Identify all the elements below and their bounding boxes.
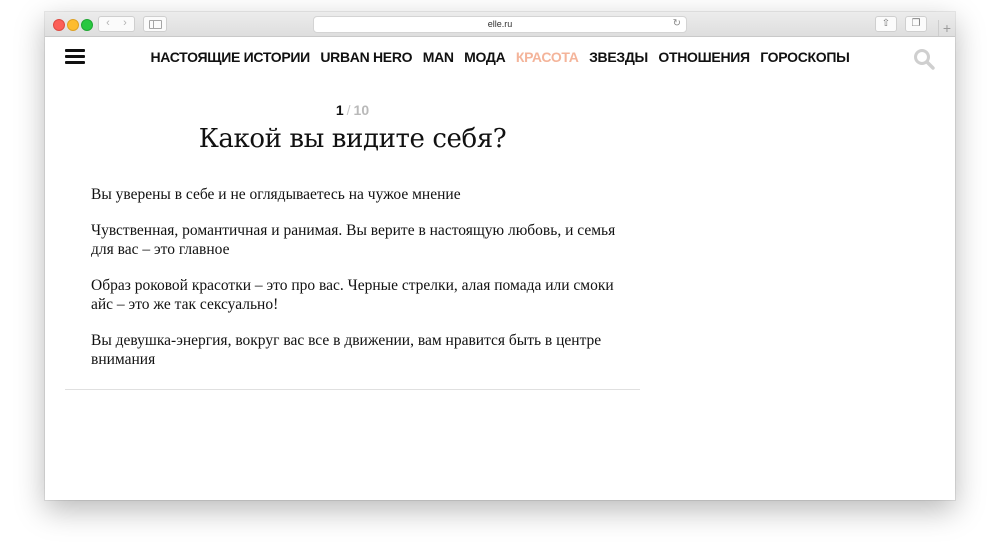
zoom-window-button[interactable] (81, 19, 93, 31)
browser-window: ‹ › elle.ru ↻ ⇧ ❐ + НАСТОЯЩИЕ ИСТОРИИ UR… (45, 12, 955, 500)
sidebar-icon (149, 20, 162, 29)
tabs-icon: ❐ (911, 18, 921, 29)
share-icon: ⇧ (881, 18, 891, 29)
total-questions: 10 (353, 102, 370, 118)
nav-item-fashion[interactable]: МОДА (464, 48, 506, 66)
current-question-number: 1 (335, 102, 344, 118)
nav-item-stars[interactable]: ЗВЕЗДЫ (589, 48, 648, 66)
answer-option[interactable]: Вы девушка-энергия, вокруг вас все в дви… (91, 331, 636, 369)
close-window-button[interactable] (53, 19, 65, 31)
address-url: elle.ru (487, 19, 513, 29)
nav-item-beauty[interactable]: КРАСОТА (516, 48, 579, 66)
progress-separator: / (346, 102, 351, 118)
nav-item-horoscopes[interactable]: ГОРОСКОПЫ (760, 48, 850, 66)
address-bar[interactable]: elle.ru ↻ (313, 16, 687, 33)
nav-item-urban-hero[interactable]: URBAN HERO (320, 48, 412, 66)
minimize-window-button[interactable] (67, 19, 79, 31)
main-nav: НАСТОЯЩИЕ ИСТОРИИ URBAN HERO MAN МОДА КР… (45, 48, 955, 67)
answer-list: Вы уверены в себе и не оглядываетесь на … (91, 185, 636, 386)
quiz-progress: 1/10 (65, 102, 640, 118)
nav-item-real-stories[interactable]: НАСТОЯЩИЕ ИСТОРИИ (150, 48, 310, 66)
browser-toolbar: ‹ › elle.ru ↻ ⇧ ❐ + (45, 12, 955, 37)
site-header: НАСТОЯЩИЕ ИСТОРИИ URBAN HERO MAN МОДА КР… (45, 37, 955, 79)
quiz-divider (65, 389, 640, 390)
answer-option[interactable]: Чувственная, романтичная и ранимая. Вы в… (91, 221, 636, 259)
reload-icon[interactable]: ↻ (673, 17, 681, 31)
back-button[interactable]: ‹ (98, 16, 118, 32)
answer-option[interactable]: Образ роковой красотки – это про вас. Че… (91, 276, 636, 314)
question-title: Какой вы видите себя? (198, 124, 507, 154)
forward-button[interactable]: › (116, 16, 135, 32)
show-tabs-button[interactable]: ❐ (905, 16, 927, 32)
sidebar-toggle-button[interactable] (143, 16, 167, 32)
new-tab-button[interactable]: + (938, 20, 955, 36)
nav-item-relationships[interactable]: ОТНОШЕНИЯ (658, 48, 750, 66)
nav-item-man[interactable]: MAN (423, 48, 454, 66)
search-icon[interactable] (913, 48, 935, 70)
answer-option[interactable]: Вы уверены в себе и не оглядываетесь на … (91, 185, 636, 204)
share-button[interactable]: ⇧ (875, 16, 897, 32)
